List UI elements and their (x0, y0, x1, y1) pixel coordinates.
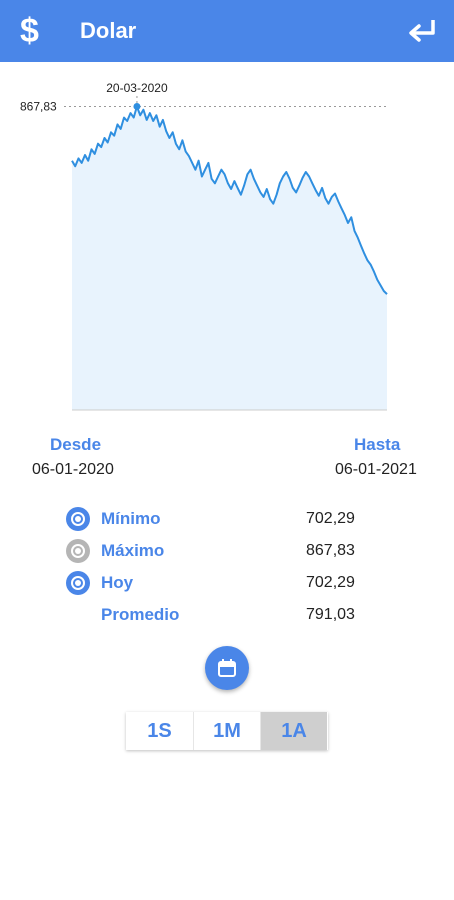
highlight-point (133, 102, 141, 110)
stat-value: 702,29 (306, 574, 355, 591)
stat-label: Promedio (101, 605, 180, 624)
calendar-icon (218, 659, 236, 677)
to-date: 06-01-2021 (335, 461, 417, 478)
from-date: 06-01-2020 (32, 461, 114, 478)
period-1a-button[interactable]: 1A (260, 712, 327, 750)
app-title: Dolar (80, 18, 137, 43)
period-1m-button[interactable]: 1M (193, 712, 260, 750)
stat-label: Mínimo (101, 509, 161, 528)
stat-value: 702,29 (306, 510, 355, 527)
stat-row-hoy: Hoy 702,29 (0, 569, 454, 597)
target-icon (66, 571, 90, 595)
period-selector: 1S 1M 1A (126, 712, 328, 750)
stat-row-minimo: Mínimo 702,29 (0, 505, 454, 533)
target-icon (66, 507, 90, 531)
stat-value: 791,03 (306, 606, 355, 623)
calendar-button[interactable] (205, 646, 249, 690)
return-arrow-icon[interactable] (402, 14, 442, 48)
to-label: Hasta (354, 435, 401, 454)
stat-label: Hoy (101, 573, 134, 592)
stat-row-promedio: Promedio 791,03 (0, 601, 454, 629)
stat-value: 867,83 (306, 542, 355, 559)
from-label: Desde (50, 435, 102, 454)
stat-label: Máximo (101, 541, 165, 560)
series-area (72, 106, 387, 410)
period-1s-button[interactable]: 1S (126, 712, 193, 750)
highlight-value-label: 867,83 (20, 99, 57, 113)
highlight-date-label: 20-03-2020 (106, 81, 168, 95)
target-icon (66, 539, 90, 563)
stat-row-maximo: Máximo 867,83 (0, 537, 454, 565)
price-chart[interactable]: 20-03-2020 867,83 (0, 70, 454, 430)
dollar-sign-icon: $ (20, 12, 39, 50)
app-bar: $ Dolar (0, 0, 454, 62)
